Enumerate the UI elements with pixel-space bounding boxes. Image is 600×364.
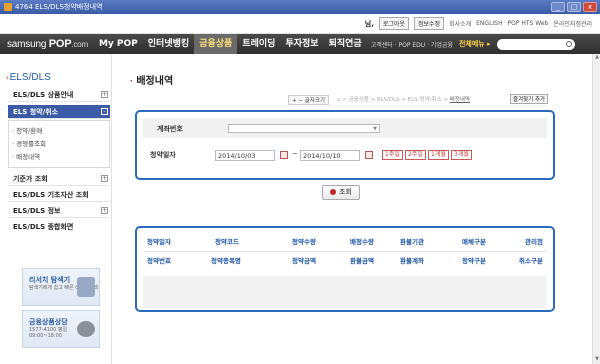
search-panel: 계좌번호 ▼ 청약일자 2014/10/03 ~ 2014/10/10 1주일 …: [135, 110, 555, 180]
link-branch[interactable]: 온라인지점관리: [553, 19, 592, 28]
calendar-icon[interactable]: [280, 151, 288, 159]
col-header: 환불금액: [350, 257, 374, 265]
sidebar-item-underlying[interactable]: ELS/DLS 기초자산 조회: [8, 188, 110, 202]
sidebar-item-info[interactable]: ELS/DLS 정보 +: [8, 204, 110, 218]
header-divider: [143, 251, 547, 252]
col-header: 청약수량: [292, 238, 316, 246]
search-icon: [330, 189, 337, 195]
sidebar-item-subscribe[interactable]: ELS 청약/취소 -: [8, 105, 110, 119]
app-icon: [4, 3, 12, 11]
nav-item-products[interactable]: 금융상품: [194, 34, 238, 54]
period-3month-button[interactable]: 3개월: [451, 150, 472, 160]
collapse-icon[interactable]: -: [101, 108, 108, 115]
user-greeting: 님,: [364, 19, 374, 28]
date-from-input[interactable]: 2014/10/03: [215, 150, 275, 161]
expand-icon[interactable]: +: [101, 207, 108, 214]
sidebar-item-product-info[interactable]: ELS/DLS 상품안내 +: [8, 88, 110, 102]
results-table: 청약일자 청약코드 청약수량 배정수량 환불기관 매체구분 관리점 청약번호 청…: [135, 226, 555, 312]
utility-bar: 님, 로그아웃 정보수정 회사소개 ENGLISH POP HTS Web 온라…: [0, 14, 600, 34]
add-favorite-button[interactable]: 즐겨찾기 추가: [510, 94, 549, 104]
date-to-input[interactable]: 2014/10/10: [300, 150, 360, 161]
link-pop-hts[interactable]: POP HTS Web: [508, 20, 549, 27]
sidebar-item-base-price[interactable]: 기준가 조회 +: [8, 172, 110, 186]
col-header: 청약코드: [215, 238, 239, 246]
nav-item-mypop[interactable]: My POP: [94, 34, 143, 54]
nav-item-banking[interactable]: 인터넷뱅킹: [143, 34, 194, 54]
research-banner[interactable]: 리서치 탐색기 탐색기에게 쉽고 빠른 리서치검색: [22, 268, 100, 306]
col-header: 청약구분: [462, 257, 486, 265]
date-tilde: ~: [292, 150, 298, 158]
account-label: 계좌번호: [157, 125, 183, 133]
scroll-down-icon[interactable]: ▼: [593, 356, 600, 364]
nav-search-input[interactable]: [496, 38, 575, 50]
date-label: 청약일자: [150, 151, 176, 159]
col-header: 청약번호: [147, 257, 171, 265]
col-header: 환불기관: [400, 238, 424, 246]
period-1week-button[interactable]: 1주일: [382, 150, 403, 160]
col-header: 매체구분: [462, 238, 486, 246]
vertical-scrollbar[interactable]: ▲ ▼: [592, 54, 600, 364]
account-row: 계좌번호 ▼: [143, 118, 547, 138]
search-icon: [565, 40, 572, 47]
nav-item-pension[interactable]: 퇴직연금: [324, 34, 367, 54]
phone-icon: [77, 321, 95, 337]
expand-icon[interactable]: +: [101, 175, 108, 182]
logout-button[interactable]: 로그아웃: [378, 17, 409, 30]
table-body-empty: [143, 276, 547, 308]
period-2week-button[interactable]: 2주일: [405, 150, 426, 160]
sidebar-subitem-competition[interactable]: · 경쟁률조회: [12, 138, 46, 148]
breadcrumb: ⌂ > 금융상품 > ELS/DLS > ELS 청약/취소 > 배정내역: [337, 97, 470, 103]
main-nav: samsung POP.com My POP 인터넷뱅킹 금융상품 트레이딩 투…: [0, 34, 600, 54]
sidebar-subitem-allocation[interactable]: · 배정내역: [12, 151, 40, 161]
col-header: 청약금액: [292, 257, 316, 265]
main-content: · 배정내역 + − 글자크기 ⌂ > 금융상품 > ELS/DLS > ELS …: [112, 54, 600, 364]
col-header: 관리점: [525, 238, 543, 246]
calendar-icon[interactable]: [365, 151, 373, 159]
account-edit-button[interactable]: 정보수정: [413, 17, 445, 30]
page-title: · 배정내역: [130, 76, 174, 87]
link-english[interactable]: ENGLISH: [476, 20, 502, 27]
minimize-button[interactable]: _: [551, 2, 565, 12]
sidebar-title: ›ELS/DLS: [6, 72, 51, 83]
consult-banner[interactable]: 금융상품상담 1577-4100 평일09:00~18:00: [22, 310, 100, 348]
research-icon: [77, 277, 95, 297]
site-logo[interactable]: samsung POP.com: [0, 38, 88, 50]
font-size-button[interactable]: + − 글자크기: [288, 95, 329, 105]
col-header: 취소구분: [519, 257, 543, 265]
sidebar-item-overview[interactable]: ELS/DLS 종합화면: [8, 220, 110, 234]
col-header: 환불계좌: [400, 257, 424, 265]
col-header: 배정수량: [350, 238, 374, 246]
expand-icon[interactable]: +: [101, 91, 108, 98]
col-header: 청약종목명: [211, 257, 241, 265]
home-icon: ⌂: [337, 97, 341, 103]
window-titlebar: 4764 ELS/DLS청약배정내역 _ □ x: [0, 0, 600, 14]
arrow-icon: ›: [6, 73, 9, 82]
all-menu-button[interactable]: 전체메뉴 ▸: [459, 39, 491, 49]
nav-item-invest-info[interactable]: 투자정보: [280, 34, 323, 54]
nav-sub-links[interactable]: 고객센터 · POP EDU · 기업금융: [371, 40, 453, 49]
col-header: 청약일자: [147, 238, 171, 246]
window-title: 4764 ELS/DLS청약배정내역: [15, 3, 103, 11]
sidebar-subitem-subscribe[interactable]: · 청약/환매: [12, 125, 42, 135]
scroll-up-icon[interactable]: ▲: [593, 54, 600, 62]
nav-item-trading[interactable]: 트레이딩: [237, 34, 280, 54]
period-1month-button[interactable]: 1개월: [428, 150, 449, 160]
account-select[interactable]: ▼: [228, 124, 380, 133]
link-company[interactable]: 회사소개: [449, 19, 471, 28]
search-button[interactable]: 조회: [322, 185, 360, 200]
chevron-down-icon: ▼: [373, 126, 377, 132]
maximize-button[interactable]: □: [567, 2, 581, 12]
sidebar: ›ELS/DLS ELS/DLS 상품안내 + ELS 청약/취소 - · 청약/환…: [0, 54, 112, 364]
close-button[interactable]: x: [583, 2, 597, 12]
